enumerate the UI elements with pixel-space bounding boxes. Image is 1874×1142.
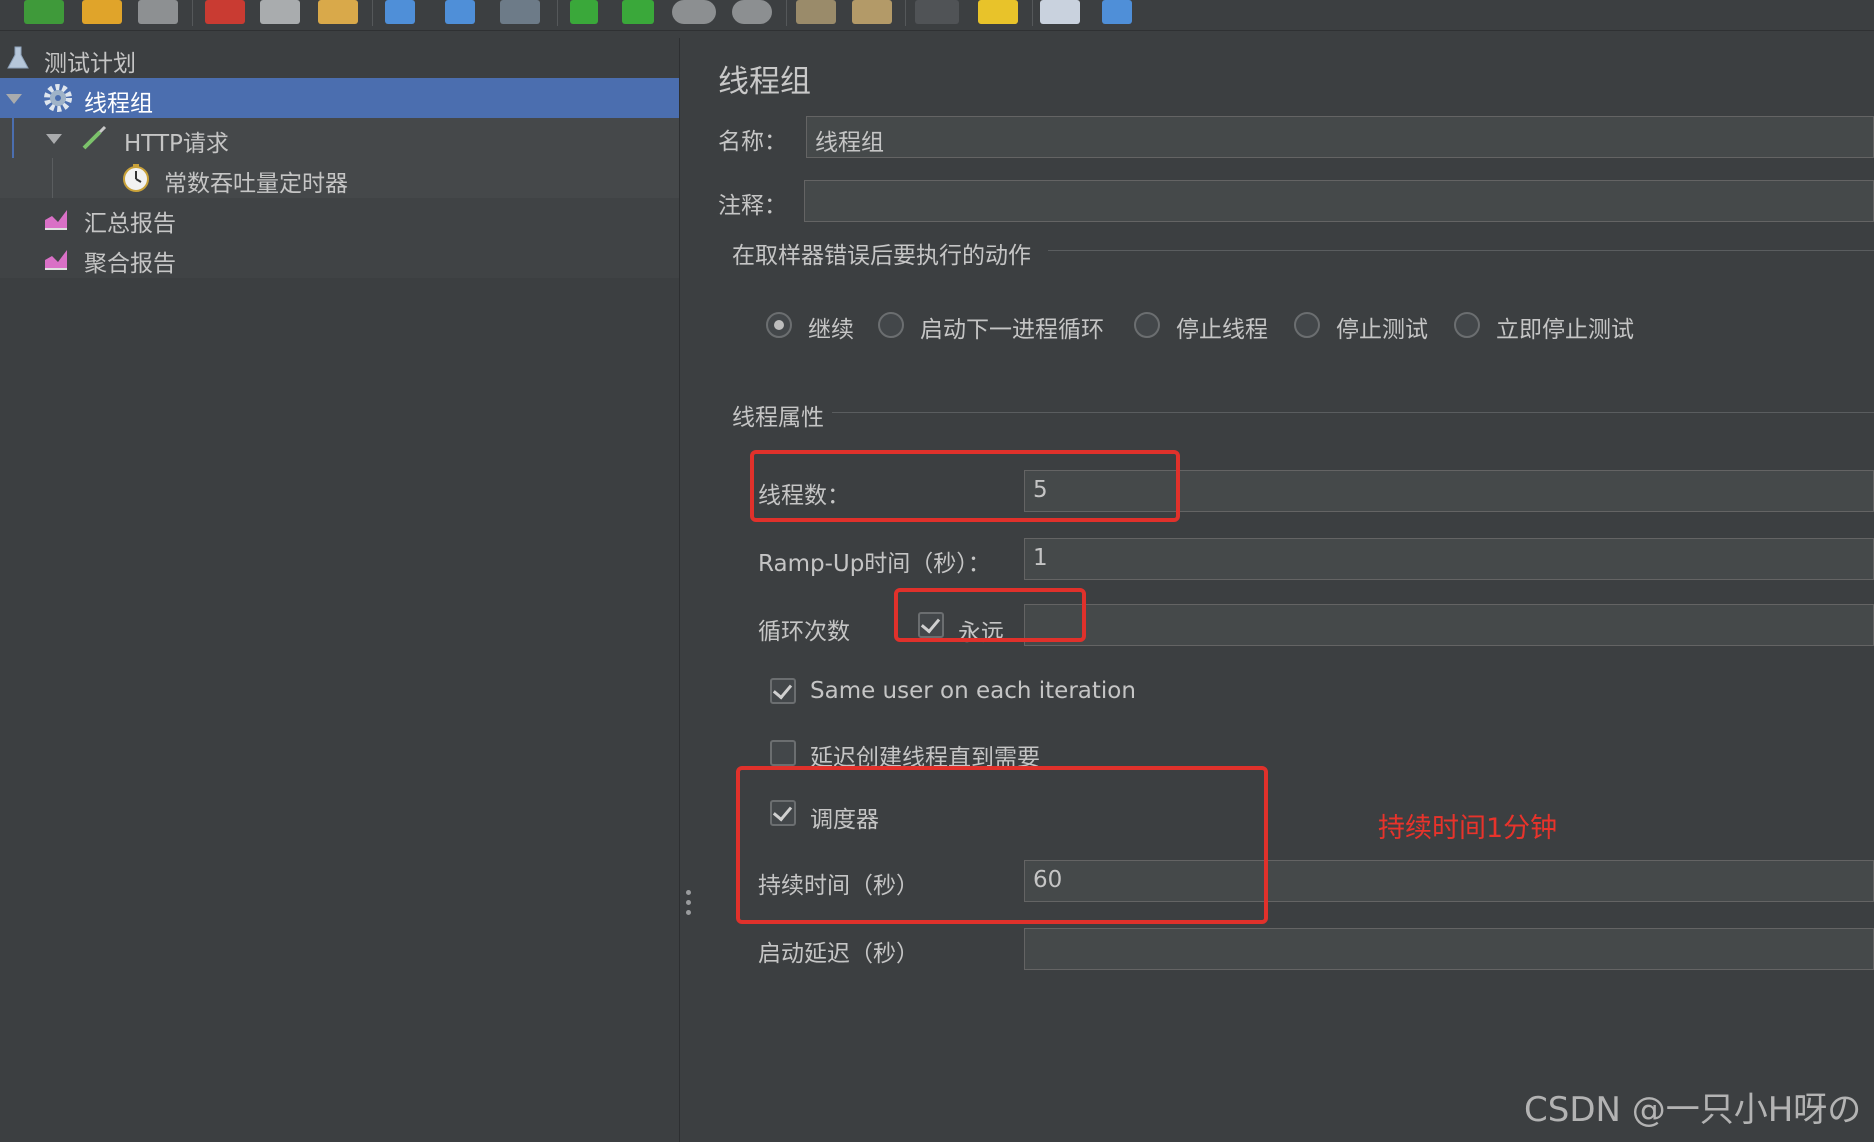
comment-label: 注释： xyxy=(718,193,787,219)
annotation-note: 持续时间1分钟 xyxy=(1378,813,1558,844)
tree-item-summary-report[interactable]: 汇总报告 xyxy=(0,198,679,238)
toolbar xyxy=(0,0,1874,31)
paste-icon[interactable] xyxy=(318,0,358,24)
templates-icon[interactable] xyxy=(24,0,64,24)
clear-all-icon[interactable] xyxy=(852,0,892,24)
tree-item-label: 线程组 xyxy=(84,91,153,117)
help-icon[interactable] xyxy=(1102,0,1132,24)
name-label: 名称： xyxy=(718,129,787,155)
radio-label: 继续 xyxy=(808,317,854,343)
drag-handle-dot xyxy=(686,890,691,895)
save-icon[interactable] xyxy=(138,0,178,24)
chart-report-icon xyxy=(45,210,67,230)
expand-icon[interactable] xyxy=(385,0,415,24)
radio-label: 停止线程 xyxy=(1176,317,1268,343)
highlight-box xyxy=(750,450,1180,522)
loop-count-label: 循环次数 xyxy=(758,619,850,645)
search-binoculars-icon[interactable] xyxy=(915,0,959,24)
radio-stop-thread[interactable] xyxy=(1134,312,1160,338)
radio-stop-test-now[interactable] xyxy=(1454,312,1480,338)
open-folder-icon[interactable] xyxy=(82,0,122,24)
thread-properties-section-title: 线程属性 xyxy=(732,405,824,431)
error-action-section-title: 在取样器错误后要执行的动作 xyxy=(732,243,1031,269)
tree-item-label: 常数吞吐量定时器 xyxy=(164,171,348,197)
comment-input[interactable] xyxy=(804,180,1874,222)
startup-delay-label: 启动延迟（秒） xyxy=(758,941,919,967)
shutdown-icon[interactable] xyxy=(732,0,772,24)
test-plan-tree: 测试计划 线程组 HTTP请求 常数吞吐量定时器 汇总报告 聚合报告 xyxy=(0,38,679,1142)
toggle-icon[interactable] xyxy=(500,0,540,24)
gear-icon xyxy=(44,84,72,112)
radio-label: 停止测试 xyxy=(1336,317,1428,343)
thread-group-editor: 线程组 名称： 线程组 注释： 在取样器错误后要执行的动作 继续 启动下一进程循… xyxy=(696,38,1874,1142)
radio-label: 立即停止测试 xyxy=(1496,317,1634,343)
cut-icon[interactable] xyxy=(205,0,245,24)
tree-item-label: 汇总报告 xyxy=(84,211,176,237)
pipette-icon xyxy=(82,125,107,150)
copy-icon[interactable] xyxy=(260,0,300,24)
radio-continue[interactable] xyxy=(766,312,792,338)
start-no-pause-icon[interactable] xyxy=(622,0,654,24)
function-helper-icon[interactable] xyxy=(1040,0,1080,24)
same-user-checkbox[interactable] xyxy=(770,678,796,704)
stopwatch-icon xyxy=(123,164,149,192)
name-input[interactable]: 线程组 xyxy=(806,116,1874,158)
chart-report-icon xyxy=(45,250,67,270)
highlight-box xyxy=(736,766,1268,924)
watermark: CSDN @一只小H呀の xyxy=(1524,1090,1862,1130)
delay-create-checkbox[interactable] xyxy=(770,740,796,766)
tree-item-label: 测试计划 xyxy=(44,51,136,77)
collapse-icon[interactable] xyxy=(445,0,475,24)
drag-handle-dot xyxy=(686,910,691,915)
collapse-arrow-icon[interactable] xyxy=(46,134,62,144)
drag-handle-dot xyxy=(686,900,691,905)
rampup-input[interactable]: 1 xyxy=(1024,538,1874,580)
clear-icon[interactable] xyxy=(796,0,836,24)
reset-search-icon[interactable] xyxy=(978,0,1018,24)
tree-item-constant-throughput-timer[interactable]: 常数吞吐量定时器 xyxy=(0,158,679,198)
flask-icon xyxy=(7,46,29,69)
tree-item-test-plan[interactable]: 测试计划 xyxy=(0,38,679,78)
tree-item-thread-group[interactable]: 线程组 xyxy=(0,78,679,118)
tree-item-label: HTTP请求 xyxy=(124,131,229,157)
split-pane-divider[interactable] xyxy=(679,38,697,1142)
stop-icon[interactable] xyxy=(672,0,716,24)
startup-delay-input[interactable] xyxy=(1024,928,1874,970)
tree-item-label: 聚合报告 xyxy=(84,251,176,277)
tree-item-aggregate-report[interactable]: 聚合报告 xyxy=(0,238,679,278)
loop-count-input[interactable] xyxy=(1024,604,1874,646)
start-icon[interactable] xyxy=(570,0,598,24)
tree-item-http-request[interactable]: HTTP请求 xyxy=(0,118,679,198)
same-user-label: Same user on each iteration xyxy=(810,678,1136,704)
radio-stop-test[interactable] xyxy=(1294,312,1320,338)
collapse-arrow-icon[interactable] xyxy=(6,94,22,104)
radio-start-next-loop[interactable] xyxy=(878,312,904,338)
highlight-box xyxy=(894,588,1086,642)
radio-label: 启动下一进程循环 xyxy=(920,317,1104,343)
panel-title: 线程组 xyxy=(718,64,811,100)
rampup-label: Ramp-Up时间（秒）： xyxy=(758,551,991,577)
